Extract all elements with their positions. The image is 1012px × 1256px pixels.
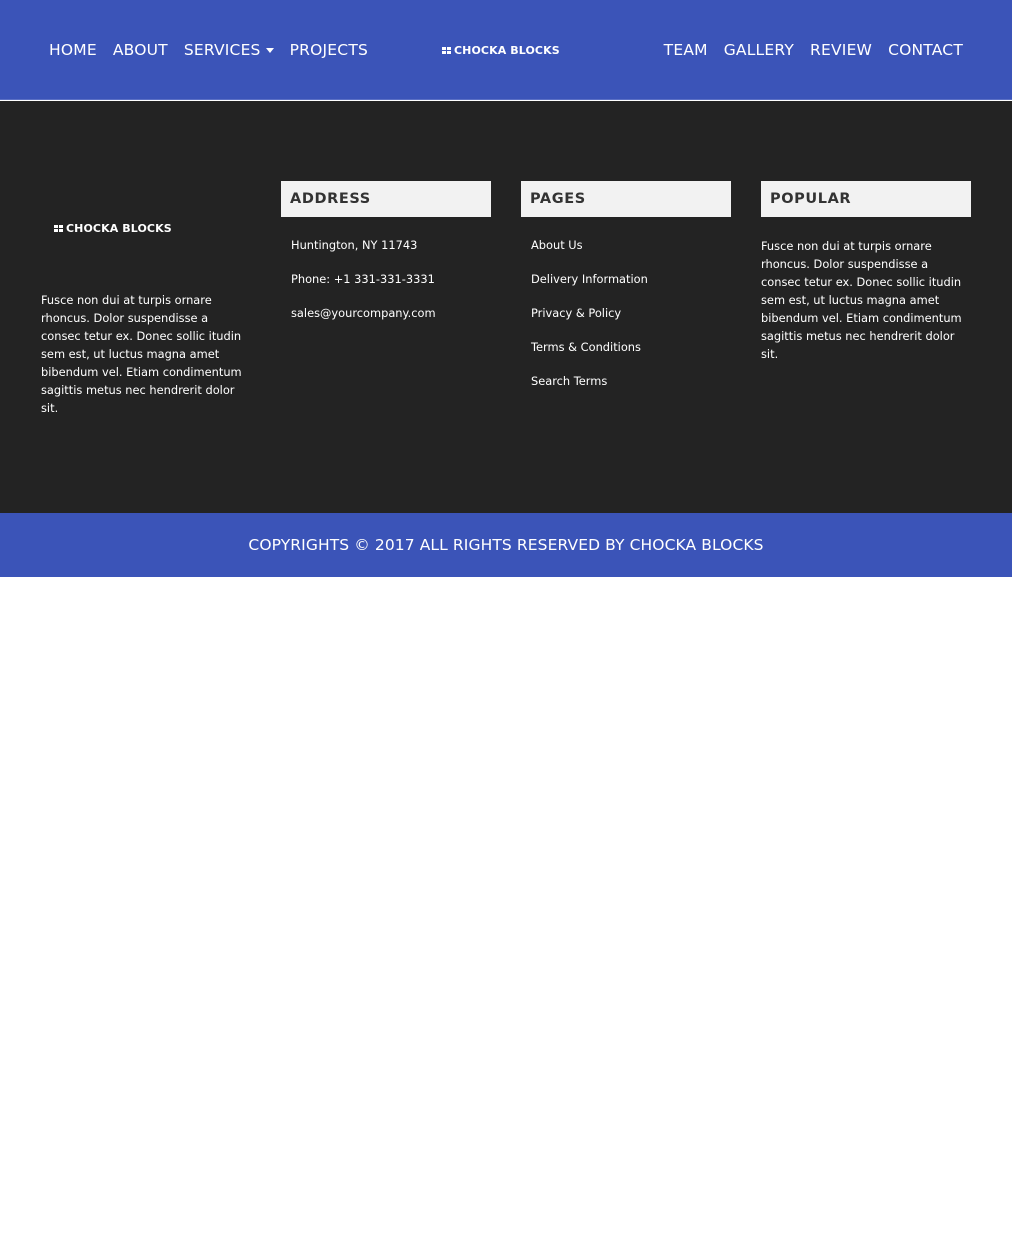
caret-down-icon (265, 47, 274, 53)
nav-review-link[interactable]: REVIEW (810, 41, 872, 59)
address-line: Huntington, NY 11743 (291, 238, 418, 252)
blocks-logo-icon (442, 47, 451, 54)
nav-about-link[interactable]: ABOUT (113, 41, 168, 59)
nav-right: TEAM GALLERY REVIEW CONTACT (664, 0, 963, 100)
navbar: HOME ABOUT SERVICES PROJECTS CHOCKA BLOC… (0, 0, 1012, 100)
email-line[interactable]: sales@yourcompany.com (291, 305, 491, 339)
brand-logo[interactable]: CHOCKA BLOCKS (442, 44, 560, 57)
brand-name: CHOCKA BLOCKS (454, 44, 560, 57)
nav-team-link[interactable]: TEAM (664, 41, 708, 59)
nav-contact-link[interactable]: CONTACT (888, 41, 963, 59)
popular-text: Fusce non dui at turpis ornare rhoncus. … (761, 239, 962, 361)
nav-services-label: SERVICES (183, 41, 261, 59)
footer: CHOCKA BLOCKS Fusce non dui at turpis or… (0, 101, 1012, 513)
copyright-text: COPYRIGHTS © 2017 ALL RIGHTS RESERVED BY… (248, 536, 764, 554)
footer-about-text: Fusce non dui at turpis ornare rhoncus. … (41, 293, 242, 415)
popular-heading: POPULAR (761, 181, 971, 217)
pages-link-delivery[interactable]: Delivery Information (531, 271, 731, 305)
footer-brand-name: CHOCKA BLOCKS (66, 222, 172, 235)
pages-link-terms[interactable]: Terms & Conditions (531, 339, 731, 373)
address-heading: ADDRESS (281, 181, 491, 217)
pages-column: PAGES About Us Delivery Information Priv… (521, 181, 731, 407)
pages-heading: PAGES (521, 181, 731, 217)
phone-line: Phone: +1 331-331-3331 (291, 272, 435, 286)
nav-home-link[interactable]: HOME (49, 41, 97, 59)
footer-logo[interactable]: CHOCKA BLOCKS (54, 222, 172, 235)
pages-link-privacy[interactable]: Privacy & Policy (531, 305, 731, 339)
nav-gallery-link[interactable]: GALLERY (724, 41, 794, 59)
address-column: ADDRESS Huntington, NY 11743 Phone: +1 3… (281, 181, 491, 339)
blocks-logo-icon (54, 225, 63, 232)
pages-link-about-us[interactable]: About Us (531, 237, 731, 271)
nav-services-dropdown[interactable]: SERVICES (184, 41, 274, 59)
copyright-bar: COPYRIGHTS © 2017 ALL RIGHTS RESERVED BY… (0, 513, 1012, 577)
pages-link-search-terms[interactable]: Search Terms (531, 373, 731, 407)
popular-column: POPULAR Fusce non dui at turpis ornare r… (761, 181, 971, 363)
nav-left: HOME ABOUT SERVICES PROJECTS (49, 0, 368, 100)
nav-projects-link[interactable]: PROJECTS (290, 41, 368, 59)
address-list: Huntington, NY 11743 Phone: +1 331-331-3… (281, 237, 491, 339)
pages-list: About Us Delivery Information Privacy & … (521, 237, 731, 407)
